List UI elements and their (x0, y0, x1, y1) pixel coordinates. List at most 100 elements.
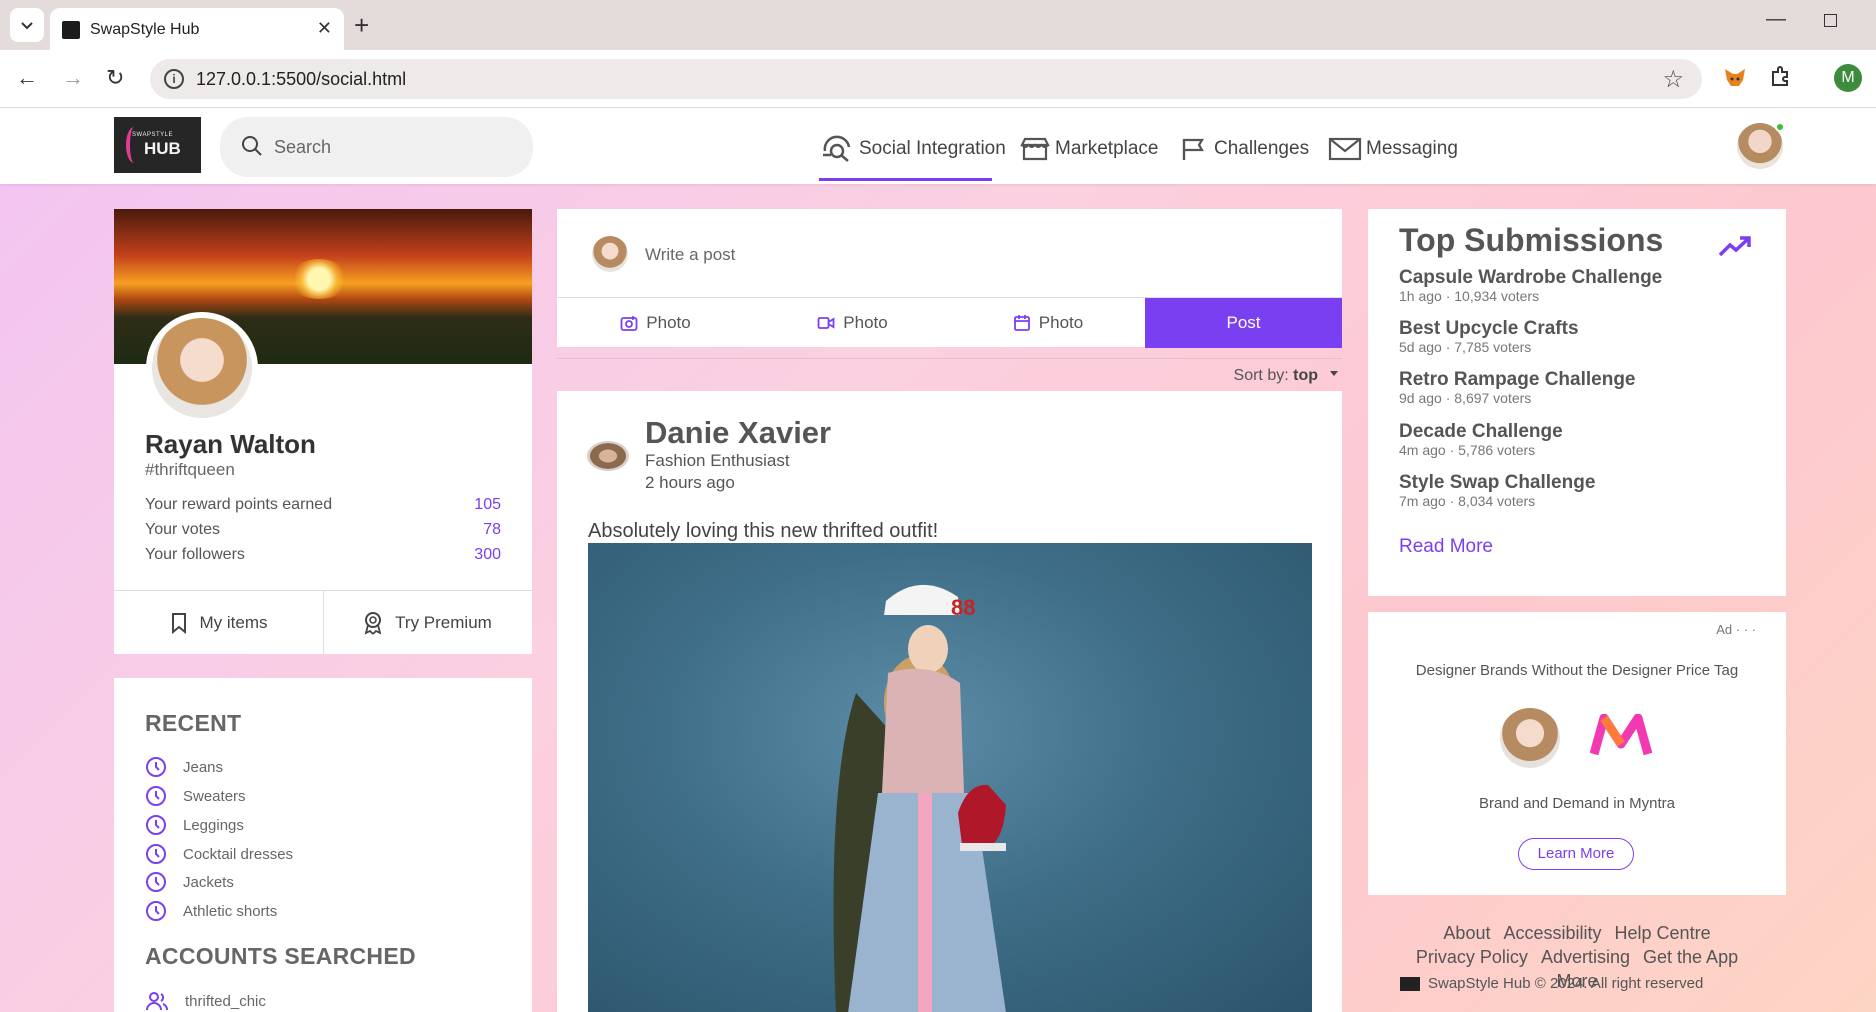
recent-item-label: Athletic shorts (183, 902, 278, 920)
chevron-down-icon (21, 22, 33, 30)
recent-item[interactable]: Jackets (145, 870, 234, 894)
stat-label: Your followers (145, 546, 245, 563)
clock-icon (146, 786, 166, 806)
new-tab-button[interactable]: + (354, 10, 369, 40)
ad-subtitle: Brand and Demand in Myntra (1479, 795, 1675, 812)
footer-link-advertising[interactable]: Advertising (1541, 947, 1630, 967)
post-text: Absolutely loving this new thrifted outf… (588, 520, 939, 542)
minimize-button[interactable]: — (1766, 8, 1786, 31)
top-submissions-title: Top Submissions (1399, 222, 1664, 258)
url-text[interactable]: 127.0.0.1:5500/social.html (196, 69, 406, 90)
tab-search-button[interactable] (10, 8, 44, 42)
account-item[interactable]: thrifted_chic (145, 989, 266, 1012)
profile-avatar[interactable] (146, 312, 258, 424)
stat-value: 105 (474, 496, 501, 513)
read-more-link[interactable]: Read More (1399, 536, 1493, 558)
submission-title[interactable]: Retro Rampage Challenge (1399, 369, 1636, 391)
restore-button[interactable] (1824, 14, 1837, 27)
stat-value: 78 (483, 521, 501, 538)
post-card: Danie Xavier Fashion Enthusiast 2 hours … (557, 391, 1342, 1012)
post-image[interactable]: 88 (588, 543, 1312, 1012)
flag-icon (1182, 138, 1204, 160)
camera-icon (620, 316, 638, 331)
try-premium-button[interactable]: Try Premium (323, 591, 532, 655)
site-header: SWAPSTYLE HUB Search Social Integration … (0, 108, 1876, 184)
my-items-label: My items (199, 613, 268, 632)
sort-control[interactable]: Sort by: top (557, 358, 1342, 385)
mail-icon (1328, 137, 1362, 161)
tab-title: SwapStyle Hub (90, 21, 200, 38)
outfit-photo: 88 (833, 584, 1006, 1012)
post-author-avatar[interactable] (587, 441, 629, 471)
search-input[interactable]: Search (220, 117, 533, 177)
clock-icon (146, 757, 166, 777)
forward-button[interactable]: → (62, 64, 84, 92)
ad-headline: Designer Brands Without the Designer Pri… (1415, 662, 1739, 679)
submission-title[interactable]: Style Swap Challenge (1399, 472, 1595, 494)
recent-item[interactable]: Leggings (145, 813, 244, 837)
stat-reward-points: Your reward points earned 105 (145, 496, 501, 514)
nav-label: Social Integration (859, 138, 1006, 159)
search-placeholder[interactable]: Search (274, 137, 331, 158)
try-premium-label: Try Premium (395, 613, 492, 632)
url-bar[interactable]: i 127.0.0.1:5500/social.html ☆ (150, 59, 1702, 99)
post-author-name[interactable]: Danie Xavier (645, 415, 831, 451)
submission-meta: 4m ago · 5,786 voters (1399, 442, 1536, 458)
browser-profile-avatar[interactable]: M (1834, 64, 1862, 92)
submission-title[interactable]: Best Upcycle Crafts (1399, 318, 1579, 340)
reload-button[interactable]: ↻ (106, 64, 124, 92)
recent-item[interactable]: Cocktail dresses (145, 842, 293, 866)
bookmark-star-icon[interactable]: ☆ (1662, 65, 1684, 94)
footer-link-privacy[interactable]: Privacy Policy (1416, 947, 1528, 967)
event-button[interactable]: Photo (951, 298, 1145, 348)
nav-challenges[interactable]: Challenges (1180, 134, 1309, 164)
footer-link-accessibility[interactable]: Accessibility (1503, 923, 1601, 943)
recent-item[interactable]: Sweaters (145, 784, 246, 808)
ad-card: Ad · · · Designer Brands Without the Des… (1368, 612, 1786, 895)
extensions-icon[interactable] (1768, 64, 1794, 90)
site-info-icon[interactable]: i (164, 69, 184, 89)
metamask-extension-icon[interactable] (1722, 65, 1748, 91)
profile-card: Rayan Walton #thriftqueen Your reward po… (114, 209, 532, 655)
swapstyle-logo[interactable]: SWAPSTYLE HUB (114, 117, 201, 173)
nav-label: Marketplace (1055, 138, 1159, 159)
trending-up-icon (1718, 236, 1751, 257)
myntra-logo-icon (1590, 714, 1652, 756)
browser-tab-bar: SwapStyle Hub ✕ + — (0, 0, 1876, 50)
award-icon (364, 612, 382, 635)
stat-value: 300 (474, 546, 501, 563)
nav-marketplace[interactable]: Marketplace (1019, 134, 1159, 164)
photo-button[interactable]: Photo (557, 298, 754, 348)
video-button[interactable]: Photo (754, 298, 951, 348)
submission-meta: 1h ago · 10,934 voters (1399, 288, 1540, 304)
favicon-icon (62, 21, 80, 39)
bookmark-icon (171, 613, 186, 634)
stat-followers: Your followers 300 (145, 546, 501, 564)
recent-item-label: Cocktail dresses (183, 845, 294, 863)
nav-messaging[interactable]: Messaging (1328, 134, 1458, 164)
post-button[interactable]: Post (1145, 298, 1342, 348)
ad-avatar (1500, 708, 1560, 768)
recent-item[interactable]: Jeans (145, 755, 223, 779)
caret-down-icon[interactable] (1330, 371, 1338, 376)
tab-close-icon[interactable]: ✕ (317, 18, 332, 39)
nav-social-integration[interactable]: Social Integration (821, 134, 1006, 164)
my-items-button[interactable]: My items (114, 591, 323, 655)
sort-label[interactable]: Sort by: top (1234, 367, 1318, 385)
footer-link-help[interactable]: Help Centre (1615, 923, 1711, 943)
nav-label: Messaging (1366, 138, 1458, 159)
submission-title[interactable]: Capsule Wardrobe Challenge (1399, 267, 1662, 289)
recent-item[interactable]: Athletic shorts (145, 899, 277, 923)
write-post-input[interactable]: Write a post (645, 245, 735, 265)
back-button[interactable]: ← (16, 64, 38, 92)
ad-label[interactable]: Ad · · · (1716, 622, 1756, 637)
submission-meta: 9d ago · 8,697 voters (1399, 390, 1532, 406)
browser-tab[interactable]: SwapStyle Hub ✕ (50, 8, 344, 50)
submission-title[interactable]: Decade Challenge (1399, 421, 1563, 443)
recent-title: RECENT (145, 710, 242, 736)
footer-link-app[interactable]: Get the App (1643, 947, 1738, 967)
learn-more-button[interactable]: Learn More (1518, 838, 1634, 870)
recent-item-label: Jackets (183, 873, 234, 891)
footer-link-about[interactable]: About (1443, 923, 1490, 943)
address-bar-row: ← → ↻ i 127.0.0.1:5500/social.html ☆ M (0, 50, 1876, 108)
